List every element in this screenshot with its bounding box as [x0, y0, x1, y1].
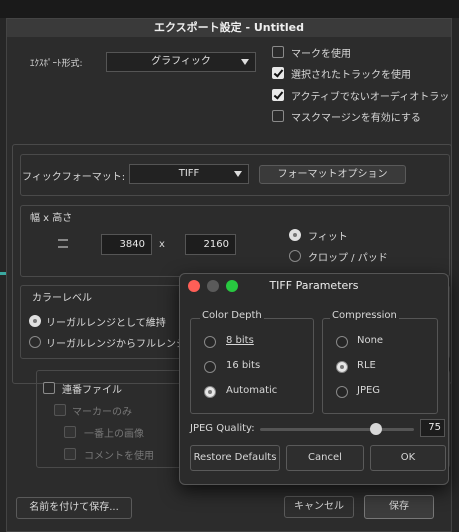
- dialog-cancel-button[interactable]: Cancel: [286, 445, 364, 471]
- dialog-title: TIFF Parameters: [269, 279, 359, 292]
- graphic-format-label: フィックフォーマット:: [22, 172, 126, 183]
- use-markers-label: マークを使用: [291, 49, 351, 60]
- legal-to-full-range-radio[interactable]: [29, 336, 41, 348]
- compression-rle-radio[interactable]: [336, 361, 348, 373]
- use-comments-checkbox[interactable]: [64, 448, 76, 460]
- legal-range-keep-radio[interactable]: [29, 315, 41, 327]
- zoom-icon[interactable]: [226, 280, 238, 292]
- size-section-title: 幅 x 高さ: [30, 213, 73, 224]
- chevron-down-icon: [234, 171, 242, 177]
- jpeg-quality-slider-track[interactable]: [260, 428, 414, 431]
- height-input[interactable]: 2160: [185, 234, 236, 255]
- graphic-format-value: TIFF: [178, 168, 200, 179]
- color-depth-16bits-label: 16 bits: [226, 360, 261, 371]
- markers-only-checkbox[interactable]: [54, 404, 66, 416]
- app-background-top: [0, 0, 459, 18]
- compression-rle-label: RLE: [357, 360, 376, 371]
- color-depth-title: Color Depth: [200, 310, 264, 321]
- crop-pad-label: クロップ / パッド: [308, 253, 388, 264]
- width-input[interactable]: 3840: [101, 234, 152, 255]
- save-as-button[interactable]: 名前を付けて保存...: [16, 497, 132, 519]
- legal-range-keep-label: リーガルレンジとして維持: [46, 318, 166, 329]
- export-format-label: ｴｸｽﾎﾟｰﾄ形式:: [30, 59, 83, 69]
- use-comments-label: コメントを使用: [84, 451, 154, 462]
- use-selected-tracks-label: 選択されたトラックを使用: [291, 70, 411, 81]
- fit-label: フィット: [308, 232, 348, 243]
- compression-title: Compression: [330, 310, 399, 321]
- close-icon[interactable]: [188, 280, 200, 292]
- compression-jpeg-label: JPEG: [357, 385, 381, 396]
- color-depth-8bits-radio[interactable]: [204, 336, 216, 348]
- size-x-separator: x: [159, 239, 165, 250]
- color-depth-automatic-label: Automatic: [226, 385, 278, 396]
- link-aspect-icon[interactable]: [58, 239, 68, 248]
- window-title: エクスポート設定 - Untitled: [7, 19, 451, 37]
- cancel-button[interactable]: キャンセル: [284, 496, 354, 518]
- sequence-file-label: 連番ファイル: [62, 385, 122, 396]
- markers-only-label: マーカーのみ: [72, 407, 132, 418]
- mask-margin-checkbox[interactable]: [272, 110, 284, 122]
- color-depth-automatic-radio[interactable]: [204, 386, 216, 398]
- compression-none-label: None: [357, 335, 384, 346]
- crop-pad-radio[interactable]: [289, 250, 301, 262]
- use-markers-checkbox[interactable]: [272, 46, 284, 58]
- jpeg-quality-label: JPEG Quality:: [190, 423, 255, 434]
- inactive-audio-tracks-checkbox[interactable]: [272, 89, 284, 101]
- jpeg-quality-slider-thumb[interactable]: [369, 423, 382, 435]
- use-selected-tracks-checkbox[interactable]: [272, 67, 284, 79]
- save-button[interactable]: 保存: [364, 495, 434, 519]
- format-options-button[interactable]: フォーマットオプション: [259, 165, 406, 184]
- chevron-down-icon: [241, 59, 249, 65]
- color-depth-8bits-label: 8 bits: [226, 335, 254, 346]
- color-depth-16bits-radio[interactable]: [204, 361, 216, 373]
- legal-to-full-range-label: リーガルレンジからフルレンジ: [46, 339, 186, 350]
- sequence-file-checkbox[interactable]: [43, 382, 55, 394]
- mask-margin-label: マスクマージンを有効にする: [291, 113, 421, 124]
- compression-none-radio[interactable]: [336, 336, 348, 348]
- jpeg-quality-input[interactable]: 75: [420, 419, 445, 437]
- dialog-ok-button[interactable]: OK: [370, 445, 446, 471]
- top-image-checkbox[interactable]: [64, 426, 76, 438]
- top-image-label: 一番上の画像: [84, 429, 144, 440]
- inactive-audio-tracks-label: アクティブでないオーディオトラッ: [291, 92, 450, 103]
- graphic-format-dropdown[interactable]: TIFF: [129, 164, 249, 184]
- tiff-parameters-dialog: TIFF Parameters Color Depth 8 bits 16 bi…: [179, 273, 449, 485]
- color-level-title: カラーレベル: [32, 293, 92, 304]
- compression-jpeg-radio[interactable]: [336, 386, 348, 398]
- restore-defaults-button[interactable]: Restore Defaults: [190, 445, 280, 471]
- export-format-value: グラフィック: [151, 56, 211, 67]
- minimize-icon[interactable]: [207, 280, 219, 292]
- fit-radio[interactable]: [289, 229, 301, 241]
- export-format-dropdown[interactable]: グラフィック: [106, 52, 256, 72]
